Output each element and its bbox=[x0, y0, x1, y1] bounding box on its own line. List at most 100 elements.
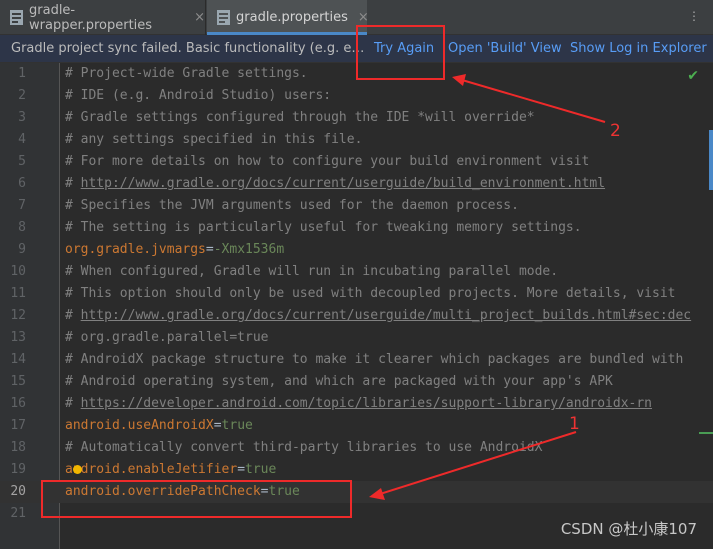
code-line[interactable]: 17 android.useAndroidX=true bbox=[0, 415, 713, 437]
property-value: -Xmx1536m bbox=[213, 242, 285, 257]
line-number: 1 bbox=[18, 66, 26, 81]
annotation-label-1: 1 bbox=[569, 414, 580, 434]
line-code: # For more details on how to configure y… bbox=[65, 151, 589, 173]
line-number: 8 bbox=[18, 220, 26, 235]
line-code: # any settings specified in this file. bbox=[65, 129, 362, 151]
line-code: # https://developer.android.com/topic/li… bbox=[65, 393, 652, 415]
line-number: 9 bbox=[18, 242, 26, 257]
comment-text: # Android operating system, and which ar… bbox=[65, 374, 613, 389]
code-line[interactable]: 5 # For more details on how to configure … bbox=[0, 151, 713, 173]
checkmark-icon: ✔ bbox=[687, 68, 699, 84]
comment-text: # This option should only be used with d… bbox=[65, 286, 676, 301]
line-number: 13 bbox=[10, 330, 26, 345]
comment-text: # org.gradle.parallel=true bbox=[65, 330, 269, 345]
line-code: # When configured, Gradle will run in in… bbox=[65, 261, 558, 283]
tab-label: gradle-wrapper.properties bbox=[29, 2, 153, 33]
line-number: 19 bbox=[10, 462, 26, 477]
property-separator: = bbox=[237, 462, 246, 477]
line-code: # Gradle settings configured through the… bbox=[65, 107, 535, 129]
line-number: 6 bbox=[18, 176, 26, 191]
line-number: 2 bbox=[18, 88, 26, 103]
annotation-box-line-20 bbox=[41, 480, 352, 518]
line-code: # AndroidX package structure to make it … bbox=[65, 349, 683, 371]
code-line[interactable]: 3 # Gradle settings configured through th… bbox=[0, 107, 713, 129]
tab-gradle-wrapper-properties[interactable]: gradle-wrapper.properties × bbox=[0, 0, 206, 35]
comment-prefix: # bbox=[65, 308, 81, 323]
property-separator: = bbox=[213, 418, 222, 433]
line-number: 5 bbox=[18, 154, 26, 169]
line-code: org.gradle.jvmargs=-Xmx1536m bbox=[65, 239, 284, 261]
line-number: 7 bbox=[18, 198, 26, 213]
show-log-in-explorer-link[interactable]: Show Log in Explorer bbox=[570, 35, 707, 63]
comment-text: # IDE (e.g. Android Studio) users: bbox=[65, 88, 332, 103]
code-line[interactable]: 4 # any settings specified in this file. bbox=[0, 129, 713, 151]
line-number: 4 bbox=[18, 132, 26, 147]
line-number: 11 bbox=[10, 286, 26, 301]
code-line[interactable]: 18 # Automatically convert third-party li… bbox=[0, 437, 713, 459]
code-line[interactable]: 6 # http://www.gradle.org/docs/current/us… bbox=[0, 173, 713, 195]
line-number: 15 bbox=[10, 374, 26, 389]
code-line[interactable]: 19 android.enableJetifier=true bbox=[0, 459, 713, 481]
intention-bulb-icon[interactable] bbox=[73, 465, 82, 474]
code-line[interactable]: 13 # org.gradle.parallel=true bbox=[0, 327, 713, 349]
properties-file-icon bbox=[10, 10, 23, 25]
tab-menu-icon[interactable]: ⋮ bbox=[687, 9, 701, 23]
comment-text: # any settings specified in this file. bbox=[65, 132, 363, 147]
code-editor[interactable]: 1 # Project-wide Gradle settings. 2 # IDE (… bbox=[0, 63, 713, 549]
code-line[interactable]: 12 # http://www.gradle.org/docs/current/u… bbox=[0, 305, 713, 327]
property-key: org.gradle.jvmargs bbox=[65, 242, 206, 257]
line-code: # IDE (e.g. Android Studio) users: bbox=[65, 85, 331, 107]
property-separator: = bbox=[205, 242, 214, 257]
line-code: # This option should only be used with d… bbox=[65, 283, 675, 305]
annotation-label-2: 2 bbox=[610, 121, 621, 141]
line-number: 20 bbox=[10, 484, 26, 499]
annotation-box-try-again bbox=[356, 25, 445, 80]
line-number: 14 bbox=[10, 352, 26, 367]
code-line[interactable]: 10 # When configured, Gradle will run in … bbox=[0, 261, 713, 283]
comment-link[interactable]: https://developer.android.com/topic/libr… bbox=[81, 396, 652, 411]
code-line[interactable]: 7 # Specifies the JVM arguments used for … bbox=[0, 195, 713, 217]
code-line[interactable]: 14 # AndroidX package structure to make i… bbox=[0, 349, 713, 371]
line-code: # org.gradle.parallel=true bbox=[65, 327, 269, 349]
code-line[interactable]: 15 # Android operating system, and which … bbox=[0, 371, 713, 393]
line-code: # Project-wide Gradle settings. bbox=[65, 63, 308, 85]
code-line[interactable]: 9 org.gradle.jvmargs=-Xmx1536m bbox=[0, 239, 713, 261]
comment-prefix: # bbox=[65, 176, 81, 191]
tab-close-icon[interactable]: × bbox=[194, 10, 205, 25]
line-code: # The setting is particularly useful for… bbox=[65, 217, 582, 239]
code-line[interactable]: 2 # IDE (e.g. Android Studio) users: bbox=[0, 85, 713, 107]
line-number: 16 bbox=[10, 396, 26, 411]
scrollbar-thumb[interactable] bbox=[709, 130, 713, 190]
tab-label: gradle.properties bbox=[236, 10, 348, 25]
change-marker bbox=[699, 432, 713, 434]
line-code: # http://www.gradle.org/docs/current/use… bbox=[65, 173, 605, 195]
line-number: 3 bbox=[18, 110, 26, 125]
watermark: CSDN @杜小康107 bbox=[560, 520, 697, 538]
comment-text: # Specifies the JVM arguments used for t… bbox=[65, 198, 519, 213]
open-build-view-link[interactable]: Open 'Build' View bbox=[448, 35, 562, 63]
property-value: true bbox=[245, 462, 277, 477]
comment-prefix: # bbox=[65, 396, 81, 411]
properties-file-icon bbox=[217, 10, 230, 25]
comment-link[interactable]: http://www.gradle.org/docs/current/userg… bbox=[81, 308, 691, 323]
comment-text: # Gradle settings configured through the… bbox=[65, 110, 535, 125]
property-value: true bbox=[221, 418, 253, 433]
tab-close-icon[interactable]: × bbox=[358, 10, 369, 25]
line-code: # http://www.gradle.org/docs/current/use… bbox=[65, 305, 691, 327]
code-line[interactable]: 11 # This option should only be used with… bbox=[0, 283, 713, 305]
line-number: 18 bbox=[10, 440, 26, 455]
line-number: 21 bbox=[10, 506, 26, 521]
notification-message: Gradle project sync failed. Basic functi… bbox=[11, 41, 369, 56]
line-number: 10 bbox=[10, 264, 26, 279]
tab-gradle-properties[interactable]: gradle.properties × bbox=[207, 0, 369, 35]
comment-text: # The setting is particularly useful for… bbox=[65, 220, 582, 235]
code-line[interactable]: 8 # The setting is particularly useful fo… bbox=[0, 217, 713, 239]
line-code: android.useAndroidX=true bbox=[65, 415, 253, 437]
line-code: # Android operating system, and which ar… bbox=[65, 371, 613, 393]
comment-text: # Automatically convert third-party libr… bbox=[65, 440, 543, 455]
comment-text: # When configured, Gradle will run in in… bbox=[65, 264, 559, 279]
comment-text: # For more details on how to configure y… bbox=[65, 154, 590, 169]
comment-link[interactable]: http://www.gradle.org/docs/current/userg… bbox=[81, 176, 605, 191]
property-key: android.useAndroidX bbox=[65, 418, 214, 433]
code-line[interactable]: 16 # https://developer.android.com/topic/… bbox=[0, 393, 713, 415]
